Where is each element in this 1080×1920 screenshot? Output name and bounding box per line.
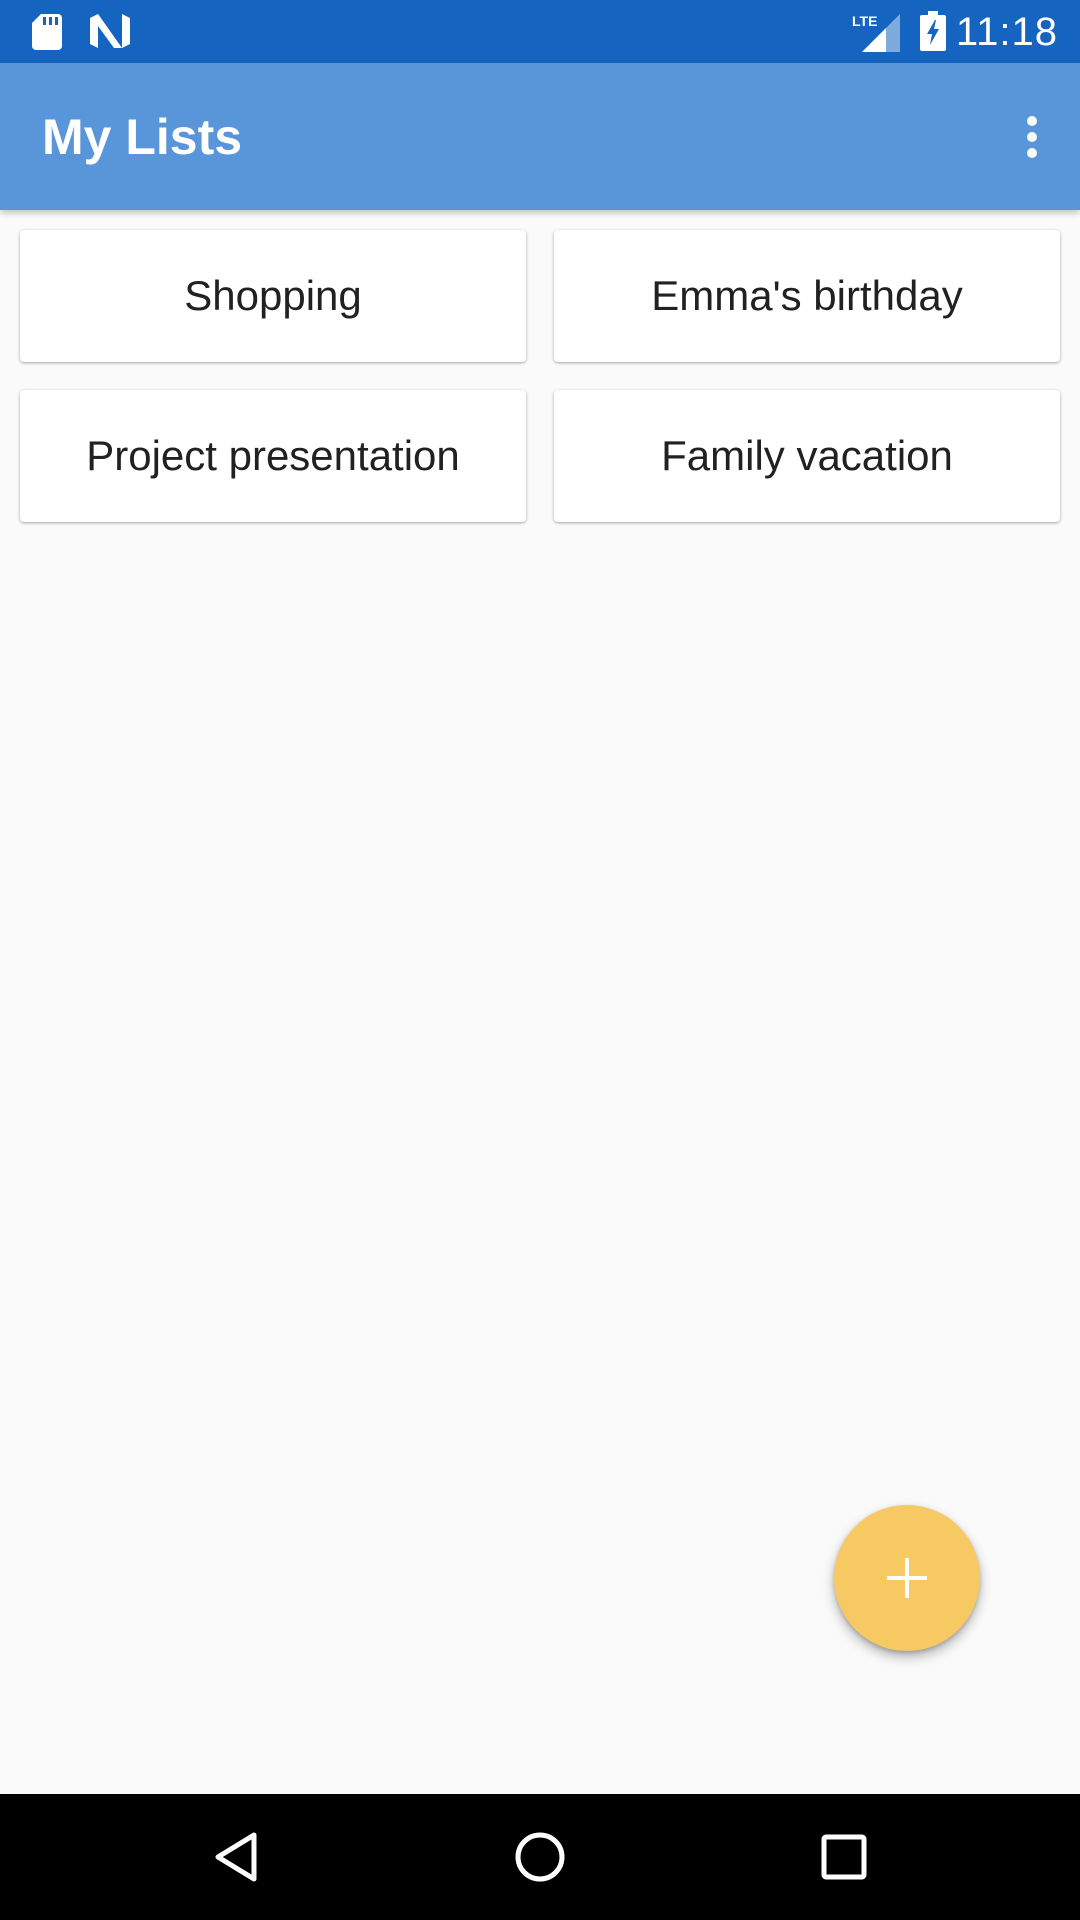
back-icon — [215, 1832, 257, 1882]
list-card-emmas-birthday[interactable]: Emma's birthday — [554, 230, 1060, 362]
status-bar: LTE 11:18 — [0, 0, 1080, 63]
status-time: 11:18 — [955, 10, 1058, 54]
n-notification-icon — [90, 14, 130, 48]
screen: LTE 11:18 My Lists Shopping Emma's birth… — [0, 0, 1080, 1920]
nav-recents-button[interactable] — [804, 1817, 884, 1897]
sd-card-icon — [32, 14, 62, 50]
list-card-project-presentation[interactable]: Project presentation — [20, 390, 526, 522]
list-card-label: Project presentation — [86, 432, 460, 479]
home-icon — [515, 1832, 565, 1882]
page-title: My Lists — [42, 109, 243, 165]
add-list-button[interactable] — [834, 1505, 980, 1651]
overflow-menu-button[interactable] — [984, 85, 1080, 189]
navigation-bar — [0, 1794, 1080, 1920]
plus-icon — [887, 1558, 927, 1598]
app-bar: My Lists — [0, 63, 1080, 210]
list-card-family-vacation[interactable]: Family vacation — [554, 390, 1060, 522]
nav-home-button[interactable] — [500, 1817, 580, 1897]
lte-label: LTE — [852, 13, 877, 29]
lists-grid: Shopping Emma's birthday Project present… — [20, 230, 1060, 522]
nav-back-button[interactable] — [196, 1817, 276, 1897]
battery-charging-icon — [920, 11, 946, 51]
recents-icon — [821, 1834, 867, 1880]
lte-signal-icon: LTE — [852, 13, 900, 52]
list-card-label: Shopping — [184, 272, 362, 319]
more-vert-icon — [1027, 116, 1037, 158]
list-card-label: Family vacation — [661, 432, 953, 479]
list-card-label: Emma's birthday — [651, 272, 963, 319]
list-card-shopping[interactable]: Shopping — [20, 230, 526, 362]
